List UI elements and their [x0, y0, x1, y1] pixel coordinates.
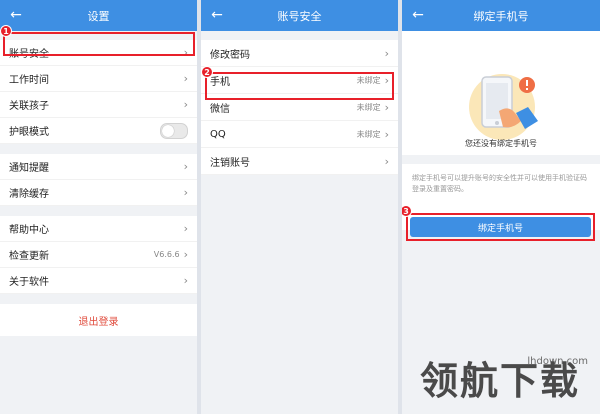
highlight-box-bind-button — [406, 213, 595, 241]
account-item-label: QQ — [210, 128, 226, 140]
chevron-right-icon: › — [183, 248, 188, 261]
chevron-right-icon: › — [183, 160, 188, 173]
toggle-knob — [162, 124, 174, 137]
arrow-left-icon[interactable]: ← — [209, 7, 225, 23]
account-item-label: 微信 — [210, 103, 230, 115]
chevron-right-icon: › — [183, 274, 188, 287]
settings-item-label: 关于软件 — [9, 277, 49, 288]
account-security-title: 账号安全 — [277, 9, 322, 23]
settings-header: ← 设置 — [0, 0, 197, 31]
settings-title: 设置 — [87, 9, 110, 23]
bind-phone-header: ← 绑定手机号 — [402, 0, 600, 31]
chevron-right-icon: › — [384, 154, 389, 168]
settings-item-label: 关联孩子 — [9, 101, 49, 112]
wechat-bind-status: 未绑定 — [356, 102, 381, 112]
watermark-brand: 领航下载 — [420, 359, 581, 403]
settings-item-link-child[interactable]: 关联孩子 › — [0, 92, 197, 118]
not-bound-message: 您还没有绑定手机号 — [465, 139, 537, 148]
step-marker-1: 1 — [0, 25, 12, 37]
account-security-header: ← 账号安全 — [201, 0, 398, 31]
settings-item-label: 检查更新 — [9, 251, 49, 262]
highlight-box-phone — [205, 72, 394, 100]
bind-phone-description: 绑定手机号可以提升账号的安全性并可以使用手机验证码登录及重置密码。 — [412, 174, 587, 193]
chevron-right-icon: › — [384, 127, 389, 141]
settings-item-clear-cache[interactable]: 清除缓存 › — [0, 180, 197, 206]
chevron-right-icon: › — [183, 186, 188, 199]
site-watermark: lhdown.com 领航下载 — [414, 350, 594, 410]
settings-item-label: 帮助中心 — [9, 225, 49, 236]
settings-item-label: 护眼模式 — [9, 127, 49, 138]
settings-item-label: 通知提醒 — [9, 163, 49, 174]
account-security-panel: ← 账号安全 修改密码 › 手机 未绑定 › 微信 未绑定 › QQ 未绑定 ›… — [201, 0, 398, 414]
chevron-right-icon: › — [183, 72, 188, 85]
arrow-left-icon[interactable]: ← — [410, 7, 426, 23]
settings-group-general: 通知提醒 › 清除缓存 › — [0, 154, 197, 206]
bind-phone-title: 绑定手机号 — [473, 9, 529, 23]
account-item-change-password[interactable]: 修改密码 › — [201, 40, 398, 67]
highlight-box-account-security — [3, 32, 195, 56]
settings-item-help[interactable]: 帮助中心 › — [0, 216, 197, 242]
settings-item-label: 工作时间 — [9, 75, 49, 86]
eye-mode-toggle[interactable] — [160, 122, 188, 139]
version-value: V6.6.6 — [153, 250, 180, 259]
settings-panel: ← 设置 账号安全 › 工作时间 › 关联孩子 › 护眼模式 通知提醒 › 清除… — [0, 0, 197, 414]
settings-item-about[interactable]: 关于软件 › — [0, 268, 197, 294]
account-item-delete-account[interactable]: 注销账号 › — [201, 148, 398, 175]
chevron-right-icon: › — [183, 222, 188, 235]
logout-button[interactable]: 退出登录 — [0, 304, 197, 336]
step-marker-2: 2 — [201, 66, 213, 78]
settings-item-notifications[interactable]: 通知提醒 › — [0, 154, 197, 180]
chevron-right-icon: › — [183, 98, 188, 111]
settings-item-work-time[interactable]: 工作时间 › — [0, 66, 197, 92]
account-item-qq[interactable]: QQ 未绑定 › — [201, 121, 398, 148]
settings-group-about: 帮助中心 › 检查更新 V6.6.6 › 关于软件 › — [0, 216, 197, 294]
chevron-right-icon: › — [384, 46, 389, 60]
settings-item-check-update[interactable]: 检查更新 V6.6.6 › — [0, 242, 197, 268]
qq-bind-status: 未绑定 — [356, 129, 381, 139]
settings-item-label: 清除缓存 — [9, 189, 49, 200]
account-item-label: 注销账号 — [210, 157, 250, 169]
bind-phone-illustration-area: 您还没有绑定手机号 — [402, 31, 600, 155]
chevron-right-icon: › — [384, 100, 389, 114]
account-item-label: 修改密码 — [210, 49, 250, 61]
settings-item-eye-mode: 护眼模式 — [0, 118, 197, 144]
account-security-list: 修改密码 › 手机 未绑定 › 微信 未绑定 › QQ 未绑定 › 注销账号 › — [201, 40, 398, 175]
arrow-left-icon[interactable]: ← — [8, 7, 24, 23]
